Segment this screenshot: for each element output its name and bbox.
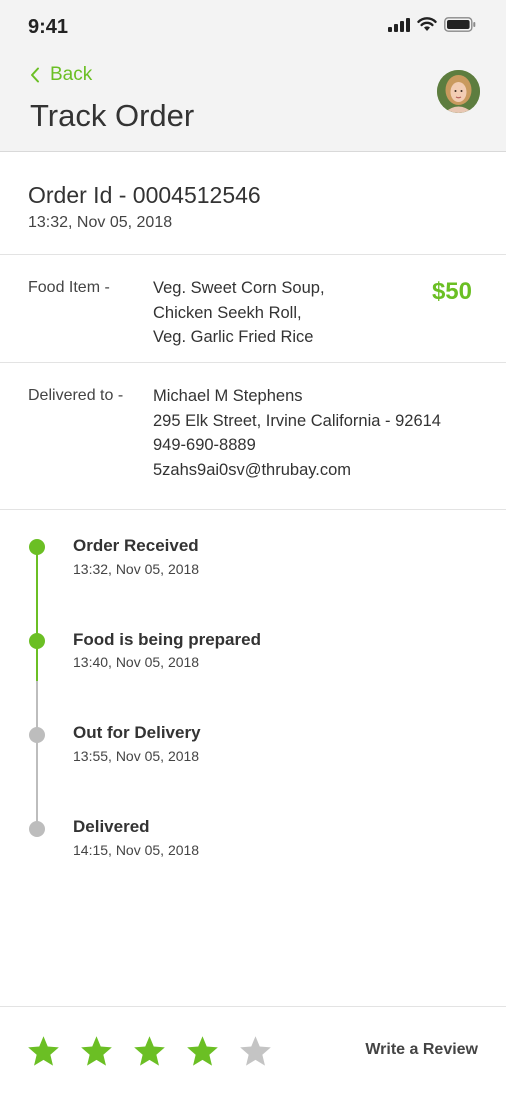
- star-filled-icon[interactable]: [79, 1034, 114, 1069]
- status-icons: [388, 17, 476, 32]
- delivered-to-label: Delivered to -: [28, 387, 124, 404]
- back-label: Back: [50, 64, 93, 85]
- order-date: 13:32, Nov 05, 2018: [28, 214, 173, 231]
- timeline-dot-completed: [29, 539, 45, 555]
- timeline-step-title: Out for Delivery: [73, 723, 201, 742]
- food-item-label: Food Item -: [28, 279, 110, 296]
- customer-address: 295 Elk Street, Irvine California - 9261…: [153, 411, 441, 430]
- footer-divider: [0, 1006, 506, 1007]
- timeline-connector: [36, 547, 38, 641]
- timeline-connector: [36, 681, 38, 828]
- wifi-icon: [417, 17, 437, 31]
- chevron-left-icon: [31, 67, 39, 83]
- timeline-step-time: 13:55, Nov 05, 2018: [73, 748, 200, 764]
- timeline-step-time: 13:32, Nov 05, 2018: [73, 561, 200, 577]
- timeline-step-title: Food is being prepared: [73, 630, 261, 649]
- rating-stars: [26, 1034, 273, 1069]
- timeline-dot-completed: [29, 633, 45, 649]
- divider: [0, 509, 506, 510]
- timeline-step-title: Order Received: [73, 536, 199, 555]
- food-item: Veg. Garlic Fried Rice: [153, 328, 314, 346]
- status-time: 9:41: [28, 16, 69, 38]
- avatar[interactable]: [437, 70, 480, 113]
- signal-icon: [388, 17, 410, 32]
- timeline-dot-pending: [29, 821, 45, 837]
- customer-name: Michael M Stephens: [153, 387, 303, 405]
- delivery-details: Michael M Stephens 295 Elk Street, Irvin…: [153, 384, 441, 482]
- divider: [0, 362, 506, 363]
- star-filled-icon[interactable]: [185, 1034, 220, 1069]
- page-title: Track Order: [30, 98, 195, 133]
- food-item: Veg. Sweet Corn Soup,: [153, 279, 325, 297]
- back-button[interactable]: Back: [30, 64, 92, 86]
- food-item-list: Veg. Sweet Corn Soup, Chicken Seekh Roll…: [153, 276, 325, 350]
- star-filled-icon[interactable]: [132, 1034, 167, 1069]
- order-id: Order Id - 0004512546: [28, 182, 261, 208]
- star-filled-icon[interactable]: [26, 1034, 61, 1069]
- customer-email: 5zahs9ai0sv@thrubay.com: [153, 460, 352, 479]
- divider: [0, 254, 506, 255]
- customer-phone: 949-690-8889: [153, 436, 256, 454]
- timeline-step-title: Delivered: [73, 817, 150, 836]
- food-item: Chicken Seekh Roll,: [153, 303, 302, 322]
- user-avatar-icon: [437, 70, 480, 113]
- app-header: 9:41 Back Track Order: [0, 0, 506, 152]
- write-review-button[interactable]: Write a Review: [365, 1041, 478, 1059]
- battery-icon: [444, 17, 476, 32]
- star-empty-icon[interactable]: [238, 1034, 273, 1069]
- order-price: $50: [431, 278, 472, 305]
- timeline-dot-pending: [29, 727, 45, 743]
- timeline-step-time: 14:15, Nov 05, 2018: [73, 842, 200, 858]
- timeline-step-time: 13:40, Nov 05, 2018: [73, 654, 200, 670]
